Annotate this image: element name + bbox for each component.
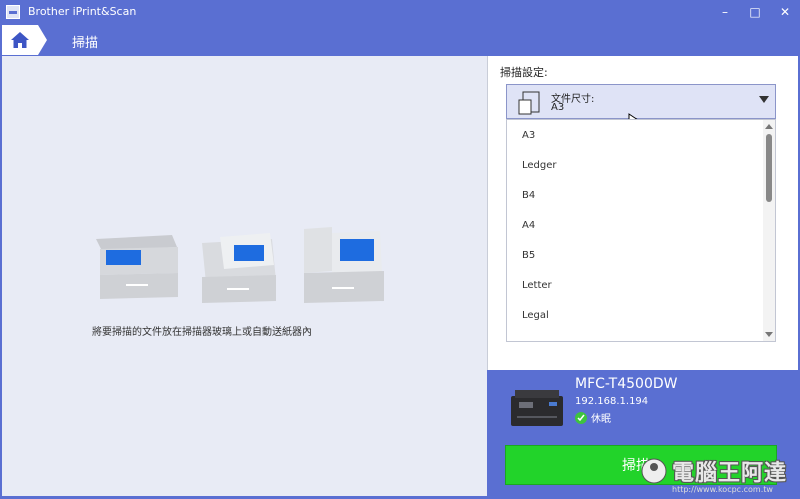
- check-icon: [575, 411, 587, 424]
- dropdown-option-letter[interactable]: Letter: [507, 270, 762, 300]
- dropdown-option-legal[interactable]: Legal: [507, 300, 762, 330]
- document-scanner-illustration: [202, 233, 276, 303]
- adf-scanner-illustration: [304, 227, 384, 303]
- scan-settings-panel: 掃描設定: 文件尺寸: A3 A3 Ledger B4 A4 B5 Letter…: [487, 56, 798, 370]
- device-ip: 192.168.1.194: [575, 396, 649, 407]
- dropdown-option-ledger[interactable]: Ledger: [507, 150, 762, 180]
- home-icon: [11, 32, 29, 48]
- dropdown-option-b5[interactable]: B5: [507, 240, 762, 270]
- home-button[interactable]: [2, 25, 38, 55]
- dropdown-option-a5[interactable]: A5: [507, 330, 762, 342]
- document-size-value: A3: [551, 102, 565, 113]
- watermark-logo-icon: [641, 458, 667, 484]
- scroll-down-icon[interactable]: [765, 332, 773, 337]
- maximize-button[interactable]: □: [740, 0, 770, 23]
- document-size-dropdown[interactable]: A3 Ledger B4 A4 B5 Letter Legal A5: [506, 119, 776, 342]
- close-button[interactable]: ✕: [770, 0, 800, 23]
- window-controls: – □ ✕: [710, 0, 800, 23]
- document-size-icon: [518, 91, 540, 115]
- minimize-button[interactable]: –: [710, 0, 740, 23]
- page-title: 掃描: [72, 36, 99, 51]
- scanner-illustrations: [96, 227, 384, 303]
- breadcrumb-arrow: [38, 25, 47, 55]
- device-status: 休眠: [575, 410, 611, 425]
- instruction-text: 將要掃描的文件放在掃描器玻璃上或自動送紙器內: [92, 327, 312, 338]
- watermark: 電腦王阿達 http://www.kocpc.com.tw: [640, 455, 800, 499]
- window-title: Brother iPrint&Scan: [28, 5, 137, 18]
- flatbed-scanner-illustration: [96, 235, 178, 299]
- watermark-text: 電腦王阿達: [672, 461, 788, 486]
- title-bar: Brother iPrint&Scan – □ ✕: [0, 0, 800, 23]
- scan-settings-label: 掃描設定:: [500, 66, 548, 79]
- device-status-text: 休眠: [591, 414, 611, 425]
- printer-icon: [511, 390, 563, 426]
- document-size-select[interactable]: 文件尺寸: A3: [506, 84, 776, 119]
- app-icon: [6, 4, 20, 19]
- dropdown-option-a3[interactable]: A3: [507, 120, 762, 150]
- device-name: MFC-T4500DW: [575, 376, 678, 392]
- dropdown-scrollbar[interactable]: [763, 120, 775, 341]
- watermark-url: http://www.kocpc.com.tw: [672, 485, 773, 494]
- scroll-thumb[interactable]: [766, 134, 772, 202]
- scroll-up-icon[interactable]: [765, 124, 773, 129]
- dropdown-option-a4[interactable]: A4: [507, 210, 762, 240]
- chevron-down-icon[interactable]: [759, 96, 769, 103]
- nav-bar: 掃描: [0, 23, 800, 56]
- main-panel: 將要掃描的文件放在掃描器玻璃上或自動送紙器內: [2, 56, 487, 496]
- dropdown-option-b4[interactable]: B4: [507, 180, 762, 210]
